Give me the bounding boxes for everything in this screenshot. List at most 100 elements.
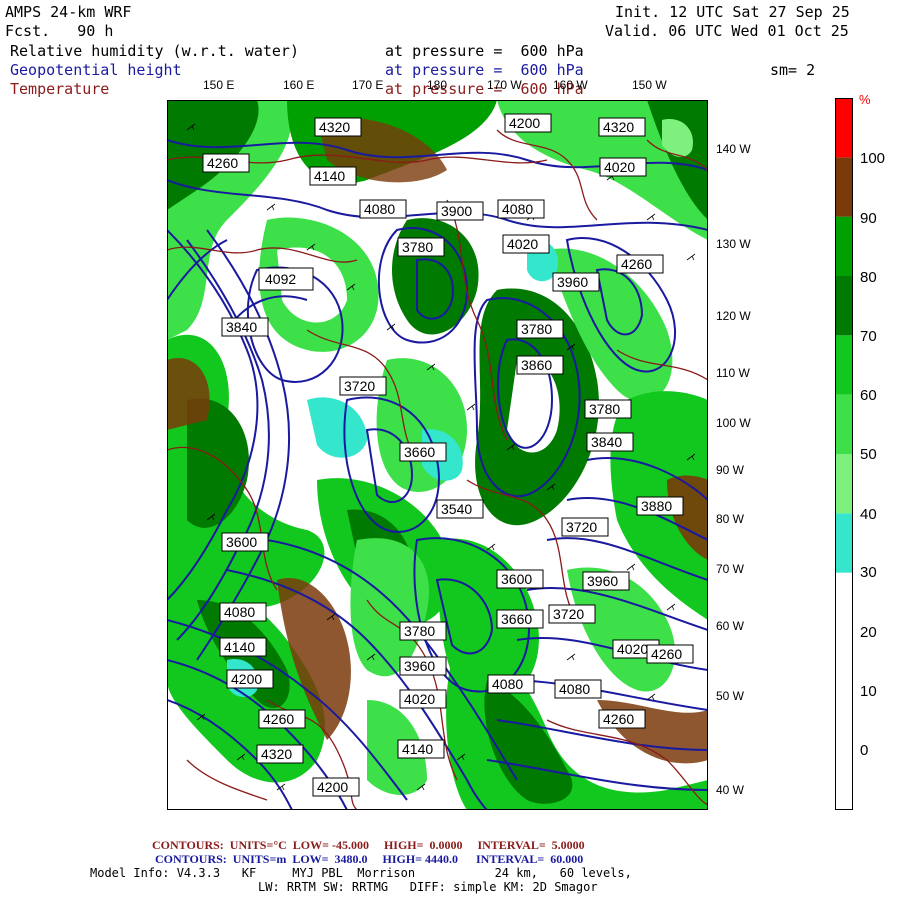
height-label: 4092 [258,267,314,291]
svg-text:4260: 4260 [263,711,294,727]
lon-label: 170 E [352,78,384,92]
colorbar-label: 90 [860,210,877,227]
colorbar-segment [835,98,853,158]
height-label: 4080 [219,602,267,622]
svg-text:4260: 4260 [621,256,652,272]
colorbar-label: 40 [860,506,877,523]
svg-text:4020: 4020 [404,691,435,707]
svg-text:4020: 4020 [507,236,538,252]
field-temp-label: Temperature [10,80,110,98]
meridian-label: 120 W [716,309,751,323]
height-label: 3840 [586,432,634,452]
height-label: 4140 [309,166,357,186]
svg-text:4140: 4140 [224,639,255,655]
svg-text:3780: 3780 [402,239,433,255]
svg-text:3780: 3780 [589,401,620,417]
svg-text:3860: 3860 [521,357,552,373]
colorbar-label: 100 [860,150,886,167]
svg-text:4020: 4020 [617,641,648,657]
height-label: 3720 [548,604,596,624]
height-label: 4080 [359,199,407,219]
height-label: 3860 [516,355,564,375]
model-info: Model Info: V4.3.3 KF MYJ PBL Morrison 2… [90,866,632,880]
height-label: 4200 [312,777,360,797]
height-label: 3720 [561,517,609,537]
meridian-label: 70 W [716,562,745,576]
height-label: 3720 [339,376,387,396]
height-label [402,443,448,461]
height-label: 3900 [436,201,484,221]
meridian-label: 60 W [716,619,745,633]
colorbar-segment [835,454,853,514]
meridian-label: 110 W [716,366,750,380]
svg-text:3780: 3780 [404,623,435,639]
field-rh-label: Relative humidity (w.r.t. water) [10,42,299,60]
colorbar-segment [835,216,853,276]
height-label: 4080 [487,674,535,694]
smoothing-label: sm= 2 [770,61,816,79]
svg-text:3540: 3540 [441,501,472,517]
colorbar-segment [835,157,853,217]
model-title: AMPS 24-km WRF [5,3,132,21]
svg-text:4200: 4200 [509,115,540,131]
svg-text:4080: 4080 [224,604,255,620]
svg-text:3960: 3960 [404,658,435,674]
svg-text:4080: 4080 [502,201,533,217]
svg-text:4080: 4080 [364,201,395,217]
forecast-hour: Fcst. 90 h [5,22,114,40]
height-label: 3600 [221,532,269,552]
svg-text:3600: 3600 [501,571,532,587]
height-label: 3540 [436,499,484,519]
svg-text:3960: 3960 [557,274,588,290]
svg-text:4320: 4320 [319,119,350,135]
temp-contours-info: CONTOURS: UNITS=°C LOW= -45.000 HIGH= 0.… [152,838,585,852]
colorbar-label: 30 [860,564,877,581]
height-label: 4260 [646,644,694,664]
height-label: 3780 [516,319,564,339]
lon-label: 150 W [632,78,667,92]
colorbar-label: 60 [860,387,877,404]
svg-text:3720: 3720 [344,378,375,394]
colorbar-segment [835,335,853,395]
height-label: 4140 [219,637,267,657]
svg-text:3600: 3600 [226,534,257,550]
svg-text:3720: 3720 [566,519,597,535]
height-label: 3960 [399,656,447,676]
svg-text:3840: 3840 [591,434,622,450]
colorbar-segment [835,394,853,454]
meridian-label: 80 W [716,512,745,526]
svg-text:4320: 4320 [603,119,634,135]
height-label: 4320 [598,117,646,137]
colorbar-label: 20 [860,624,877,641]
height-label: 3600 [496,569,544,589]
height-label: 4080 [497,199,545,219]
colorbar [835,98,853,810]
height-label: 3780 [399,621,447,641]
weather-map: 4320 4200 4260 4140 4080 3900 4080 4020 … [167,100,708,810]
lon-label: 170 W [487,78,522,92]
height-label: 4080 [554,679,602,699]
svg-text:4200: 4200 [231,671,262,687]
field-height-label: Geopotential height [10,61,182,79]
lon-label: 150 E [203,78,235,92]
valid-time: Valid. 06 UTC Wed 01 Oct 25 [605,22,849,40]
height-contours-info: CONTOURS: UNITS=m LOW= 3480.0 HIGH= 4440… [155,852,584,866]
colorbar-label: 80 [860,269,877,286]
svg-text:3960: 3960 [587,573,618,589]
svg-text:4260: 4260 [651,646,682,662]
height-label: 4320 [314,117,362,137]
colorbar-label: 50 [860,446,877,463]
field-height-level: at pressure = 600 hPa [385,61,584,79]
field-rh-level: at pressure = 600 hPa [385,42,584,60]
height-label: 3660 [496,609,544,629]
model-info-physics: LW: RRTM SW: RRTMG DIFF: simple KM: 2D S… [258,880,598,894]
height-label: 4020 [599,157,647,177]
meridian-label: 140 W [716,142,751,156]
init-time: Init. 12 UTC Sat 27 Sep 25 [615,3,850,21]
lon-label: 180 [427,78,448,92]
height-label: 3780 [584,399,632,419]
svg-text:3780: 3780 [521,321,552,337]
svg-text:4080: 4080 [559,681,590,697]
svg-text:3880: 3880 [641,498,672,514]
colorbar-segment [835,572,853,810]
